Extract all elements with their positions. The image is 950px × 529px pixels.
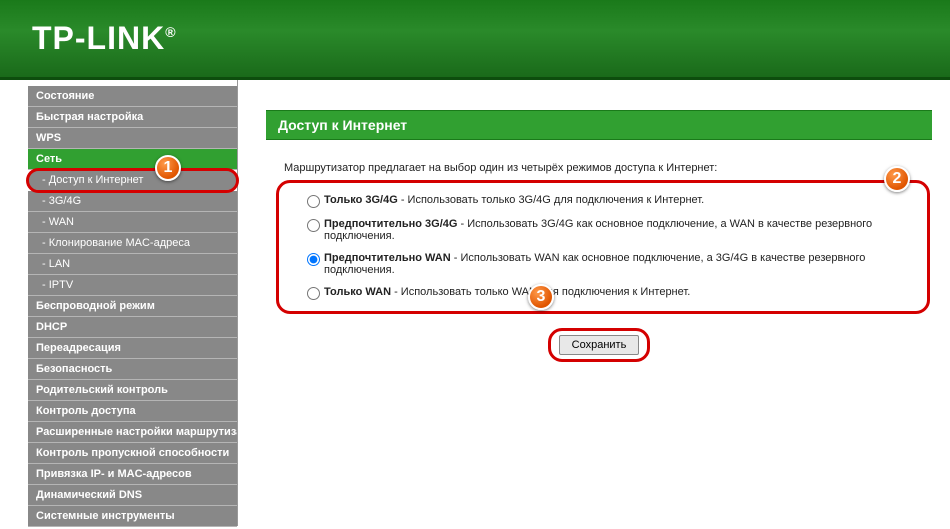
annotation-badge-1: 1 xyxy=(155,155,181,181)
sidebar-item-5[interactable]: - 3G/4G xyxy=(28,191,237,212)
content: Доступ к Интернет Маршрутизатор предлага… xyxy=(237,80,950,526)
sidebar-item-16[interactable]: Расширенные настройки маршрутизации xyxy=(28,422,237,443)
brand-mark: ® xyxy=(165,24,176,40)
option-row-2[interactable]: Предпочтительно WAN - Использовать WAN к… xyxy=(307,247,915,281)
sidebar-item-3[interactable]: Сеть xyxy=(28,149,237,170)
access-mode-options: Только 3G/4G - Использовать только 3G/4G… xyxy=(276,180,930,314)
sidebar-item-12[interactable]: Переадресация xyxy=(28,338,237,359)
option-radio-1[interactable] xyxy=(307,219,320,232)
sidebar-item-6[interactable]: - WAN xyxy=(28,212,237,233)
option-desc-0: - Использовать только 3G/4G для подключе… xyxy=(398,194,704,206)
sidebar-item-0[interactable]: Состояние xyxy=(28,86,237,107)
sidebar-item-1[interactable]: Быстрая настройка xyxy=(28,107,237,128)
sidebar-item-8[interactable]: - LAN xyxy=(28,254,237,275)
option-radio-3[interactable] xyxy=(307,287,320,300)
annotation-badge-3: 3 xyxy=(528,284,554,310)
option-title-3: Только WAN xyxy=(324,286,391,298)
option-title-2: Предпочтительно WAN xyxy=(324,252,451,264)
sidebar-item-4[interactable]: - Доступ к Интернет xyxy=(28,170,237,191)
sidebar-item-9[interactable]: - IPTV xyxy=(28,275,237,296)
option-title-1: Предпочтительно 3G/4G xyxy=(324,218,457,230)
sidebar: СостояниеБыстрая настройкаWPSСеть- Досту… xyxy=(0,80,237,526)
sidebar-item-18[interactable]: Привязка IP- и MAC-адресов xyxy=(28,464,237,485)
sidebar-item-15[interactable]: Контроль доступа xyxy=(28,401,237,422)
sidebar-item-13[interactable]: Безопасность xyxy=(28,359,237,380)
sidebar-item-2[interactable]: WPS xyxy=(28,128,237,149)
header: TP-LINK® xyxy=(0,0,950,80)
brand-text: TP-LINK xyxy=(32,20,165,56)
option-row-1[interactable]: Предпочтительно 3G/4G - Использовать 3G/… xyxy=(307,213,915,247)
brand-logo: TP-LINK® xyxy=(32,20,177,57)
option-title-0: Только 3G/4G xyxy=(324,194,398,206)
option-radio-0[interactable] xyxy=(307,195,320,208)
save-highlight: Сохранить xyxy=(548,328,651,362)
sidebar-item-11[interactable]: DHCP xyxy=(28,317,237,338)
save-button[interactable]: Сохранить xyxy=(559,335,640,355)
intro-text: Маршрутизатор предлагает на выбор один и… xyxy=(266,162,932,174)
sidebar-item-19[interactable]: Динамический DNS xyxy=(28,485,237,506)
annotation-badge-2: 2 xyxy=(884,166,910,192)
page-title: Доступ к Интернет xyxy=(266,110,932,140)
option-row-0[interactable]: Только 3G/4G - Использовать только 3G/4G… xyxy=(307,189,915,213)
sidebar-item-14[interactable]: Родительский контроль xyxy=(28,380,237,401)
option-row-3[interactable]: Только WAN - Использовать только WAN для… xyxy=(307,281,915,305)
option-radio-2[interactable] xyxy=(307,253,320,266)
sidebar-item-17[interactable]: Контроль пропускной способности xyxy=(28,443,237,464)
sidebar-item-7[interactable]: - Клонирование MAC-адреса xyxy=(28,233,237,254)
sidebar-item-20[interactable]: Системные инструменты xyxy=(28,506,237,527)
sidebar-item-10[interactable]: Беспроводной режим xyxy=(28,296,237,317)
